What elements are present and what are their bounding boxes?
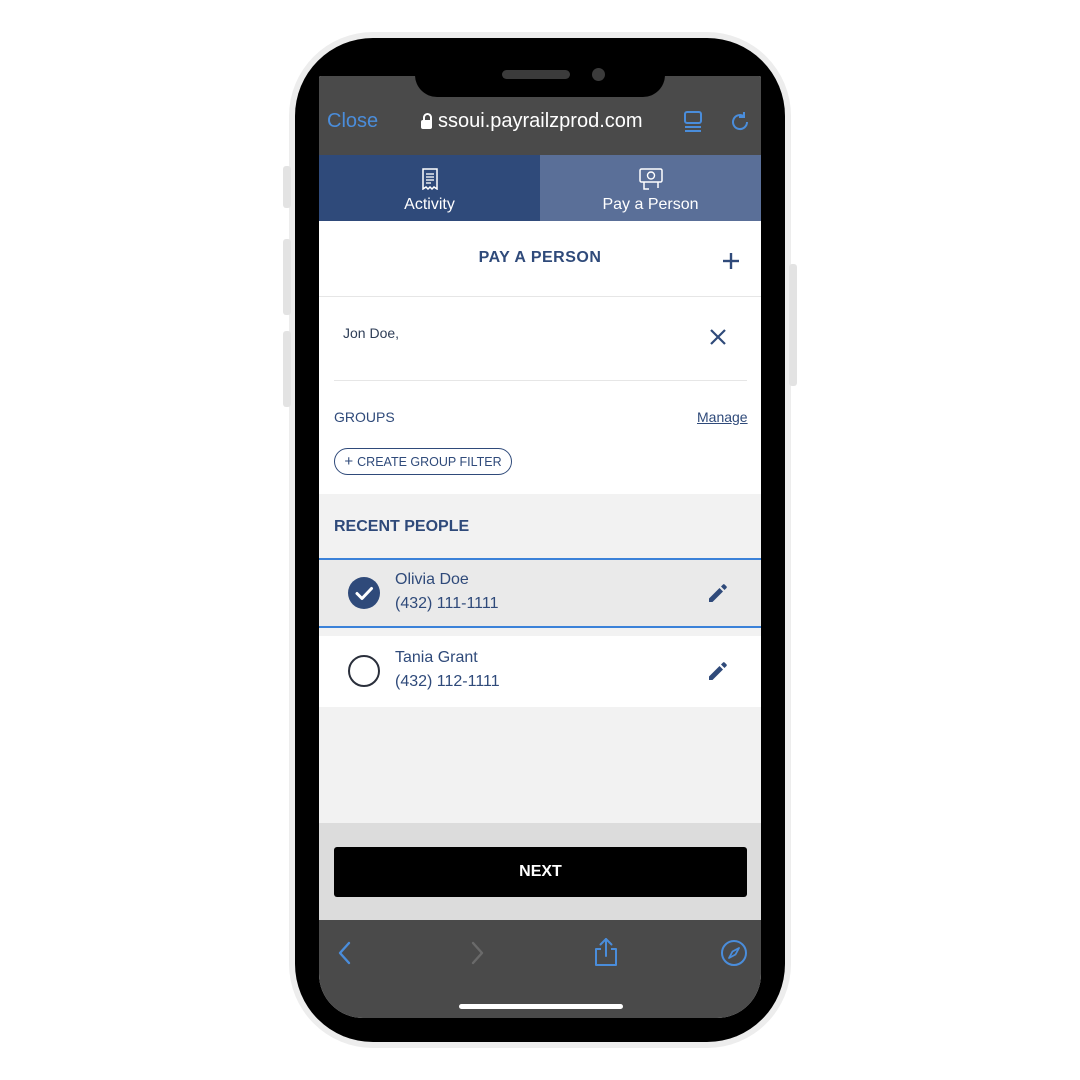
person-row[interactable]: Olivia Doe (432) 111-1111 — [319, 558, 761, 628]
forward-icon[interactable] — [469, 940, 485, 966]
close-button[interactable]: Close — [327, 110, 378, 133]
power-button — [789, 264, 797, 386]
money-send-icon — [638, 168, 663, 190]
recent-people-header: RECENT PEOPLE — [334, 518, 470, 535]
url-text: ssoui.payrailzprod.com — [438, 110, 643, 132]
share-icon[interactable] — [593, 937, 619, 967]
receipt-icon — [421, 168, 438, 190]
phone-camera — [592, 68, 605, 81]
mute-switch — [283, 166, 291, 208]
add-person-icon[interactable] — [721, 251, 741, 271]
lock-icon — [421, 113, 432, 129]
checked-radio-icon[interactable] — [348, 577, 380, 609]
tab-pay-a-person[interactable]: Pay a Person — [540, 155, 761, 221]
phone-screen: Close ssoui.payrailzprod.com Activity Pa… — [319, 76, 761, 1018]
person-row[interactable]: Tania Grant (432) 112-1111 — [319, 636, 761, 707]
create-group-filter-button[interactable]: + CREATE GROUP FILTER — [334, 448, 512, 475]
checkmark-icon — [355, 587, 373, 600]
compass-icon[interactable] — [720, 939, 748, 967]
tab-activity[interactable]: Activity — [319, 155, 540, 221]
clear-recipients-icon[interactable] — [709, 328, 727, 346]
app-tab-bar: Activity Pay a Person — [319, 155, 761, 221]
plus-icon: + — [344, 453, 354, 470]
page-title: PAY A PERSON — [478, 249, 602, 266]
tab-pay-a-person-label: Pay a Person — [602, 196, 699, 213]
next-button[interactable]: NEXT — [334, 847, 747, 897]
create-group-filter-label: CREATE GROUP FILTER — [357, 454, 502, 469]
reload-icon[interactable] — [729, 110, 751, 134]
title-divider — [319, 296, 761, 297]
tab-activity-label: Activity — [404, 196, 455, 213]
recipient-divider — [334, 380, 747, 381]
home-indicator[interactable] — [459, 1004, 623, 1009]
edit-pencil-icon[interactable] — [707, 660, 729, 682]
volume-down-button — [283, 331, 291, 407]
person-name: Olivia Doe — [395, 571, 469, 588]
groups-label: GROUPS — [334, 409, 395, 425]
edit-pencil-icon[interactable] — [707, 582, 729, 604]
selected-recipients[interactable]: Jon Doe, — [343, 325, 399, 341]
unchecked-radio-icon[interactable] — [348, 655, 380, 687]
back-icon[interactable] — [337, 940, 353, 966]
reader-icon[interactable] — [683, 111, 703, 133]
phone-speaker — [502, 70, 570, 79]
person-phone: (432) 111-1111 — [395, 595, 499, 612]
manage-groups-link[interactable]: Manage — [697, 409, 748, 425]
phone-notch — [415, 76, 665, 97]
person-phone: (432) 112-1111 — [395, 673, 500, 690]
volume-up-button — [283, 239, 291, 315]
address-bar[interactable]: ssoui.payrailzprod.com — [421, 110, 643, 133]
person-name: Tania Grant — [395, 649, 478, 666]
